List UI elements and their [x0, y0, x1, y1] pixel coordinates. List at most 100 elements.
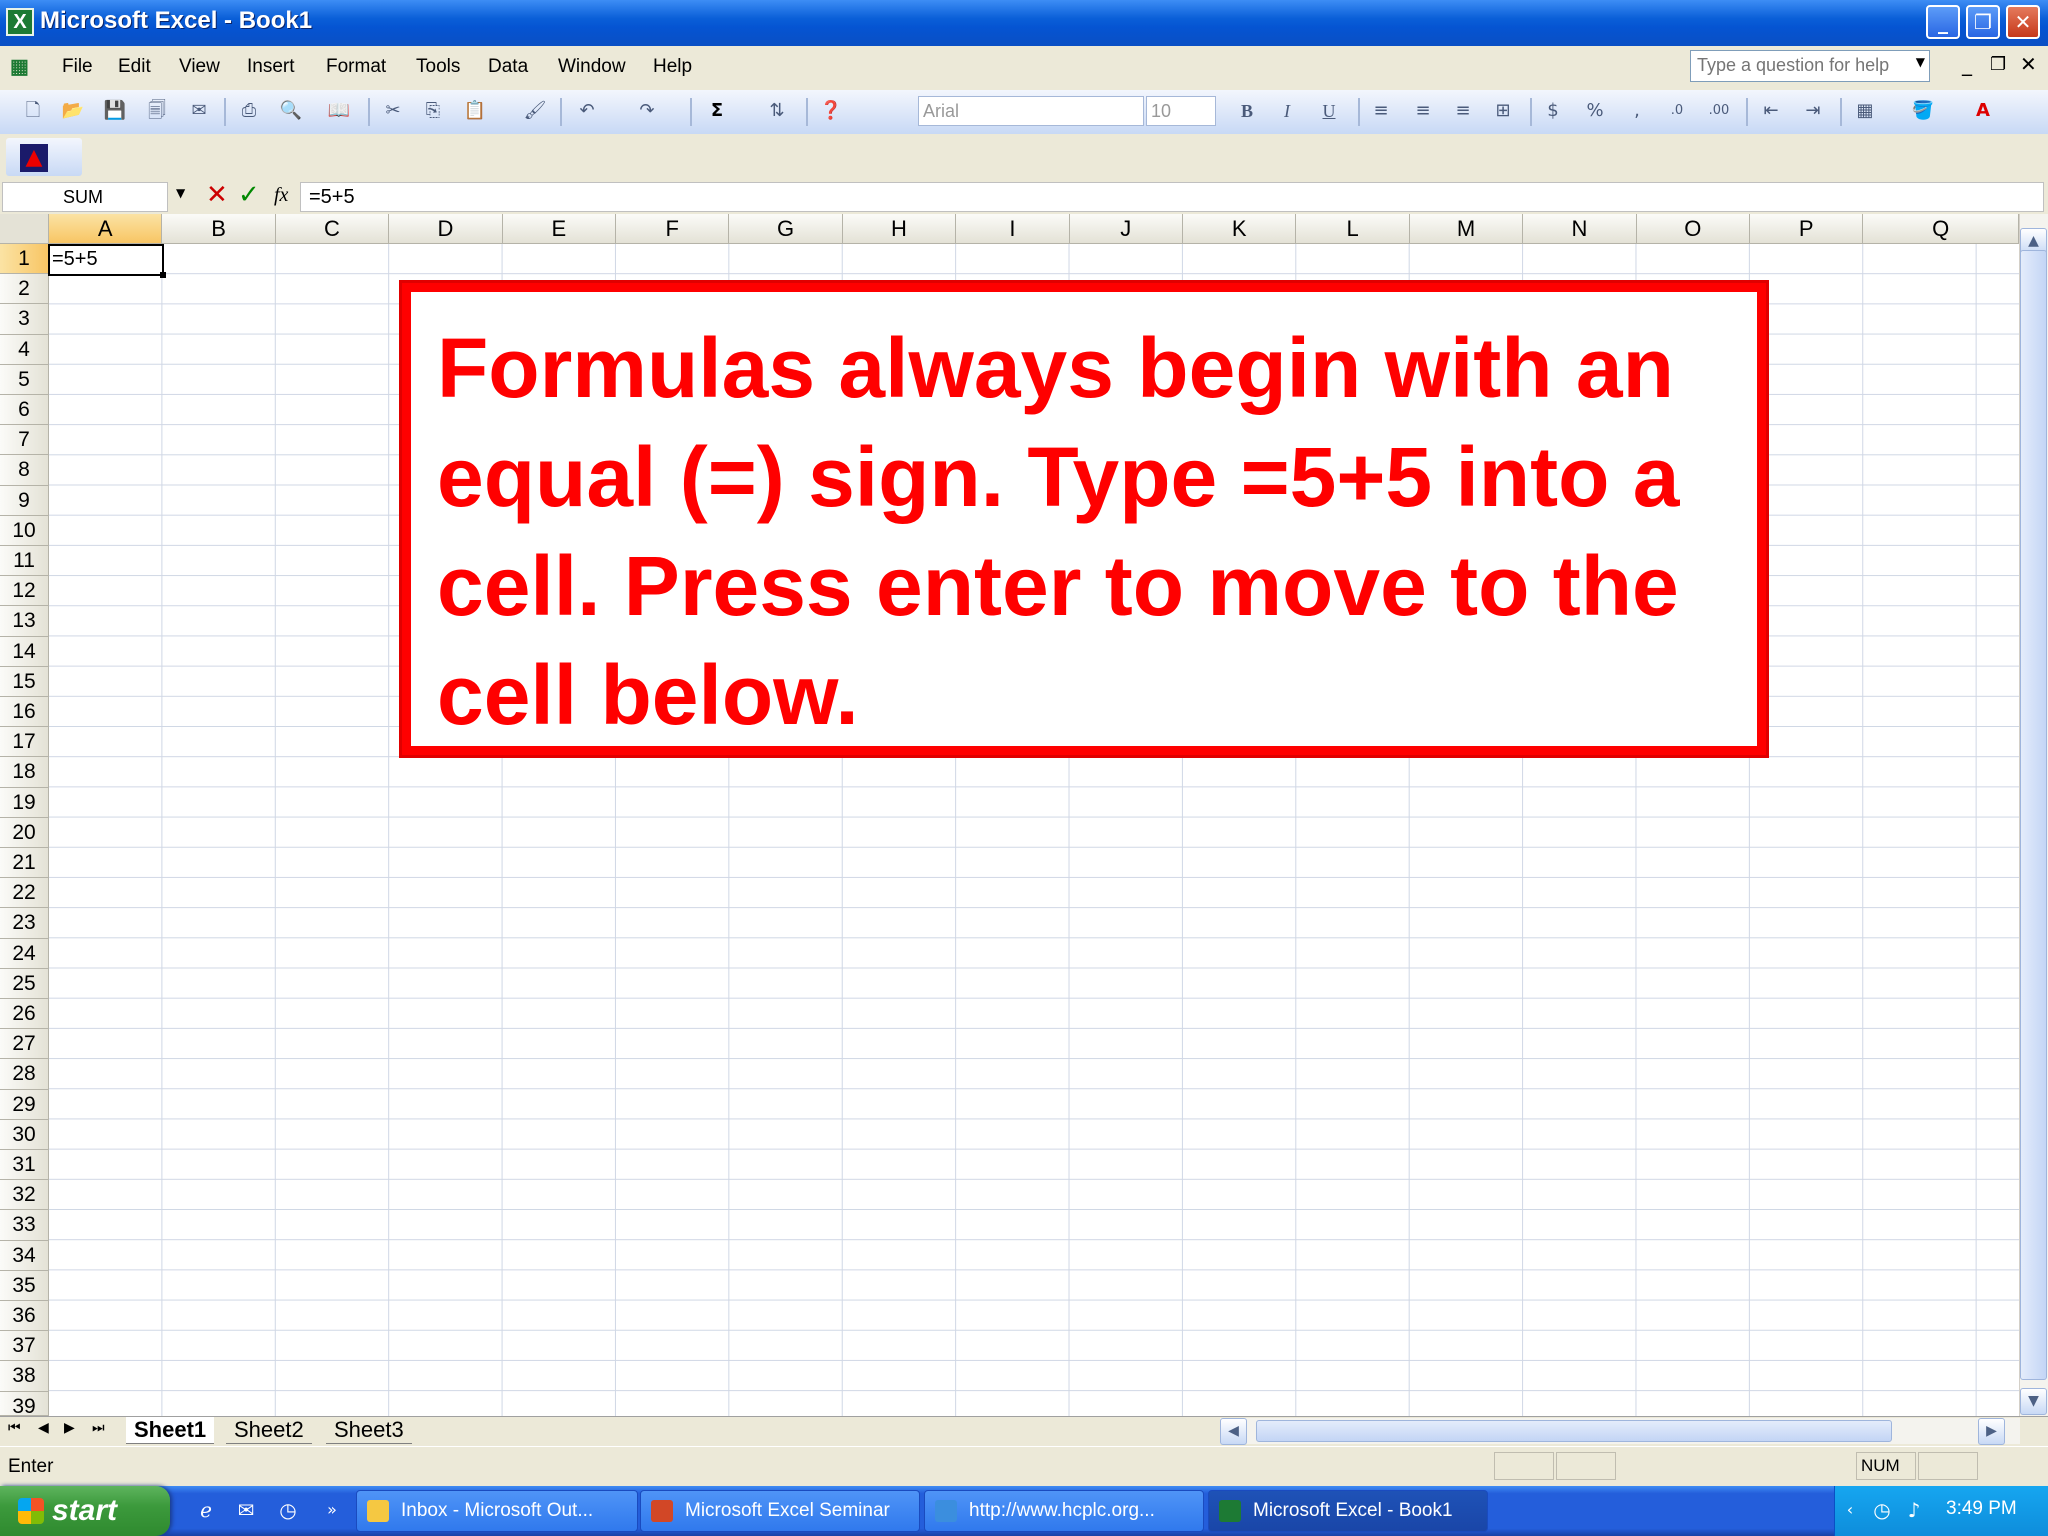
help-search-box[interactable]: ▼	[1690, 50, 1930, 82]
menu-data[interactable]: Data	[488, 56, 528, 78]
enter-check-icon[interactable]: ✓	[238, 180, 260, 210]
scroll-down-button[interactable]: ▼	[2020, 1388, 2047, 1415]
row-header-22[interactable]: 22	[0, 878, 49, 909]
column-header-a[interactable]: A	[49, 214, 163, 244]
permission-icon[interactable]: 🗐	[144, 98, 170, 124]
vertical-scroll-thumb[interactable]	[2020, 250, 2047, 1380]
menu-file[interactable]: File	[62, 56, 93, 78]
doc-restore-button[interactable]: ❐	[1990, 54, 2006, 75]
row-header-20[interactable]: 20	[0, 817, 49, 848]
align-left-icon[interactable]: ≡	[1368, 98, 1394, 124]
column-header-q[interactable]: Q	[1863, 214, 2019, 244]
select-all-corner[interactable]	[0, 214, 49, 244]
row-header-11[interactable]: 11	[0, 546, 49, 577]
row-header-24[interactable]: 24	[0, 938, 49, 969]
menu-format[interactable]: Format	[326, 56, 386, 78]
currency-icon[interactable]: $	[1540, 98, 1566, 124]
tab-sheet2[interactable]: Sheet2	[226, 1417, 312, 1444]
redo-icon[interactable]: ↷	[634, 98, 660, 124]
draw-icon[interactable]: ▲	[20, 144, 48, 172]
row-header-5[interactable]: 5	[0, 364, 49, 395]
row-header-4[interactable]: 4	[0, 334, 49, 365]
row-header-16[interactable]: 16	[0, 697, 49, 728]
increase-decimal-icon[interactable]: .0	[1664, 98, 1690, 124]
print-icon[interactable]: ⎙	[236, 98, 262, 124]
row-header-23[interactable]: 23	[0, 908, 49, 939]
row-header-9[interactable]: 9	[0, 485, 49, 516]
copy-icon[interactable]: ⎘	[420, 98, 446, 124]
row-header-12[interactable]: 12	[0, 576, 49, 607]
column-header-g[interactable]: G	[729, 214, 843, 244]
clock-app-icon[interactable]: ◷	[274, 1496, 302, 1524]
task-inbox[interactable]: Inbox - Microsoft Out...	[356, 1490, 638, 1532]
comma-icon[interactable]: ,	[1624, 98, 1650, 124]
percent-icon[interactable]: %	[1582, 98, 1608, 124]
formula-input[interactable]: =5+5	[300, 182, 2044, 212]
outlook-express-icon[interactable]: ✉	[232, 1496, 260, 1524]
column-header-o[interactable]: O	[1636, 214, 1750, 244]
row-header-31[interactable]: 31	[0, 1150, 49, 1181]
insert-function-icon[interactable]: fx	[274, 184, 288, 207]
row-header-25[interactable]: 25	[0, 968, 49, 999]
menu-help[interactable]: Help	[653, 56, 692, 78]
print-preview-icon[interactable]: 🔍	[278, 98, 304, 124]
borders-icon[interactable]: ▦	[1852, 98, 1878, 124]
row-header-34[interactable]: 34	[0, 1240, 49, 1271]
paste-icon[interactable]: 📋	[462, 98, 488, 124]
bold-icon[interactable]: B	[1234, 98, 1260, 124]
open-icon[interactable]: 📂	[60, 98, 86, 124]
autosum-icon[interactable]: Σ	[704, 98, 730, 124]
tray-expand-icon[interactable]: ‹	[1836, 1496, 1864, 1524]
start-button[interactable]: start	[0, 1486, 170, 1536]
active-cell-a1[interactable]: =5+5	[48, 244, 164, 276]
row-header-26[interactable]: 26	[0, 999, 49, 1030]
new-icon[interactable]: 🗋	[20, 98, 46, 124]
font-size-box[interactable]: 10	[1146, 96, 1216, 126]
row-header-7[interactable]: 7	[0, 425, 49, 456]
increase-indent-icon[interactable]: ⇥	[1800, 98, 1826, 124]
tab-sheet3[interactable]: Sheet3	[326, 1417, 412, 1444]
scroll-right-button[interactable]: ▶	[1978, 1418, 2005, 1445]
row-header-17[interactable]: 17	[0, 727, 49, 758]
name-box[interactable]: SUM	[2, 182, 168, 212]
column-header-m[interactable]: M	[1409, 214, 1524, 244]
row-header-6[interactable]: 6	[0, 395, 49, 426]
format-painter-icon[interactable]: 🖌	[522, 98, 548, 124]
menu-insert[interactable]: Insert	[247, 56, 295, 78]
column-header-b[interactable]: B	[162, 214, 276, 244]
column-header-j[interactable]: J	[1069, 214, 1183, 244]
row-header-8[interactable]: 8	[0, 455, 49, 486]
row-header-27[interactable]: 27	[0, 1029, 49, 1060]
row-header-1[interactable]: 1	[0, 244, 49, 275]
fill-handle[interactable]	[160, 272, 166, 278]
row-header-19[interactable]: 19	[0, 787, 49, 818]
last-sheet-icon[interactable]: ⏭	[92, 1420, 105, 1436]
menu-window[interactable]: Window	[558, 56, 626, 78]
ie-icon[interactable]: ℯ	[192, 1496, 220, 1524]
row-header-10[interactable]: 10	[0, 515, 49, 546]
menu-view[interactable]: View	[179, 56, 220, 78]
column-header-p[interactable]: P	[1750, 214, 1864, 244]
research-icon[interactable]: 📖	[326, 98, 352, 124]
horizontal-scroll-thumb[interactable]	[1256, 1420, 1892, 1442]
row-header-39[interactable]: 39	[0, 1391, 49, 1418]
column-header-l[interactable]: L	[1296, 214, 1410, 244]
row-header-14[interactable]: 14	[0, 636, 49, 667]
align-center-icon[interactable]: ≡	[1410, 98, 1436, 124]
column-header-n[interactable]: N	[1523, 214, 1637, 244]
tab-sheet1[interactable]: Sheet1	[126, 1417, 215, 1444]
menu-tools[interactable]: Tools	[416, 56, 460, 78]
decrease-indent-icon[interactable]: ⇤	[1758, 98, 1784, 124]
workbook-icon[interactable]: ▦	[10, 54, 44, 82]
merge-center-icon[interactable]: ⊞	[1490, 98, 1516, 124]
column-header-i[interactable]: I	[956, 214, 1070, 244]
save-icon[interactable]: 💾	[102, 98, 128, 124]
help-search-input[interactable]	[1691, 51, 1913, 79]
row-header-32[interactable]: 32	[0, 1180, 49, 1211]
row-header-35[interactable]: 35	[0, 1270, 49, 1301]
row-header-2[interactable]: 2	[0, 274, 49, 305]
underline-icon[interactable]: U	[1316, 98, 1342, 124]
row-header-28[interactable]: 28	[0, 1059, 49, 1090]
next-sheet-icon[interactable]: ▶	[64, 1420, 75, 1436]
close-button[interactable]: ✕	[2006, 5, 2040, 39]
